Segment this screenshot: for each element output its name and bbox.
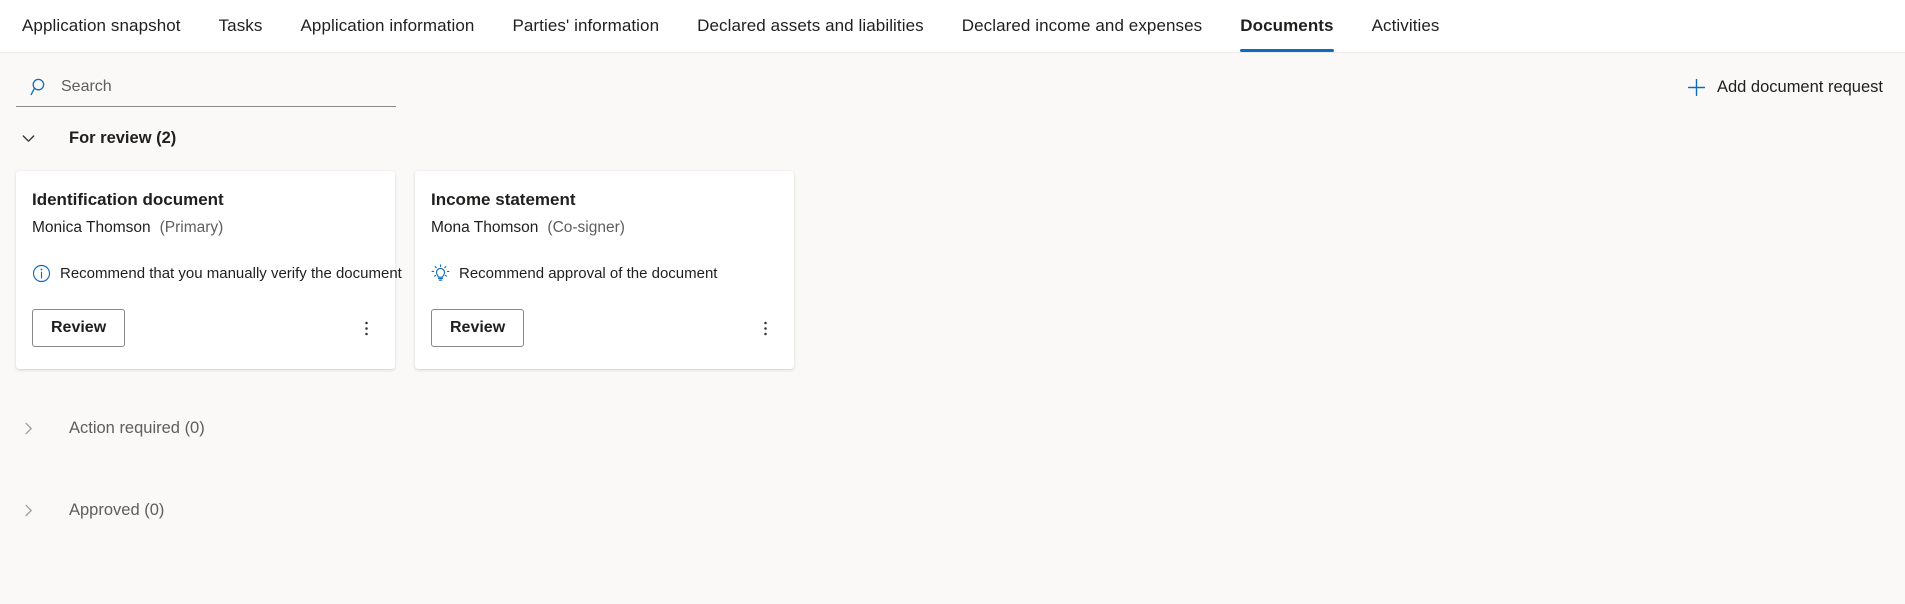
tab-label: Application information (300, 16, 475, 35)
chevron-down-icon (20, 130, 37, 147)
tab-tasks[interactable]: Tasks (200, 0, 282, 52)
tab-documents[interactable]: Documents (1221, 0, 1352, 52)
info-icon (32, 264, 51, 283)
document-overflow-menu-button[interactable] (354, 313, 379, 344)
section-header-for-review[interactable]: For review (2) (0, 115, 1905, 161)
plus-icon (1687, 78, 1706, 97)
add-document-request-button[interactable]: Add document request (1683, 72, 1887, 103)
document-card[interactable]: Identification document Monica Thomson (… (16, 171, 402, 369)
party-name: Monica Thomson (32, 219, 151, 237)
tab-declared-assets-and-liabilities[interactable]: Declared assets and liabilities (678, 0, 943, 52)
tab-label: Activities (1371, 16, 1440, 35)
document-party: Monica Thomson (Primary) (32, 219, 379, 237)
tab-application-information[interactable]: Application information (281, 0, 493, 52)
section-title: For review (2) (69, 128, 177, 147)
document-card-list: Identification document Monica Thomson (… (0, 161, 1905, 369)
document-party: Mona Thomson (Co-signer) (431, 219, 778, 237)
section-title: Action required (0) (69, 418, 205, 437)
tab-bar: Application snapshot Tasks Application i… (0, 0, 1905, 53)
tab-application-snapshot[interactable]: Application snapshot (18, 0, 200, 52)
document-card[interactable]: Income statement Mona Thomson (Co-signer… (415, 171, 794, 369)
tab-label: Tasks (218, 16, 263, 35)
more-vertical-icon (763, 319, 768, 338)
tab-label: Declared income and expenses (961, 16, 1203, 35)
document-overflow-menu-button[interactable] (753, 313, 778, 344)
document-recommendation: Recommend approval of the document (431, 264, 778, 283)
tab-label: Documents (1240, 16, 1334, 35)
chevron-right-icon (20, 420, 37, 437)
add-document-request-label: Add document request (1716, 77, 1883, 96)
tab-activities[interactable]: Activities (1353, 0, 1459, 52)
party-role: (Co-signer) (547, 219, 625, 237)
section-header-approved[interactable]: Approved (0) (0, 487, 1905, 533)
command-bar: Add document request (0, 53, 1905, 115)
tab-label: Application snapshot (22, 16, 181, 35)
more-vertical-icon (364, 319, 369, 338)
section-for-review: For review (2) Identification document M… (0, 115, 1905, 369)
tab-label: Declared assets and liabilities (697, 16, 924, 35)
document-title: Income statement (431, 190, 576, 209)
tab-parties-information[interactable]: Parties' information (493, 0, 678, 52)
tab-label: Parties' information (512, 16, 660, 35)
section-action-required: Action required (0) (0, 405, 1905, 451)
section-header-action-required[interactable]: Action required (0) (0, 405, 1905, 451)
section-approved: Approved (0) (0, 487, 1905, 533)
party-role: (Primary) (159, 219, 224, 237)
party-name: Mona Thomson (431, 219, 539, 237)
tab-declared-income-and-expenses[interactable]: Declared income and expenses (943, 0, 1222, 52)
search-box[interactable] (16, 67, 396, 107)
search-icon (30, 77, 50, 97)
document-card-footer: Review (32, 309, 379, 348)
recommendation-text: Recommend that you manually verify the d… (60, 265, 402, 283)
section-title: Approved (0) (69, 500, 165, 519)
review-button[interactable]: Review (431, 309, 525, 348)
review-button[interactable]: Review (32, 309, 126, 348)
recommendation-text: Recommend approval of the document (459, 265, 718, 283)
document-title: Identification document (32, 190, 224, 209)
document-recommendation: Recommend that you manually verify the d… (32, 264, 402, 283)
search-input[interactable] (61, 71, 396, 102)
chevron-right-icon (20, 502, 37, 519)
document-card-footer: Review (431, 309, 778, 348)
lightbulb-icon (431, 264, 450, 283)
